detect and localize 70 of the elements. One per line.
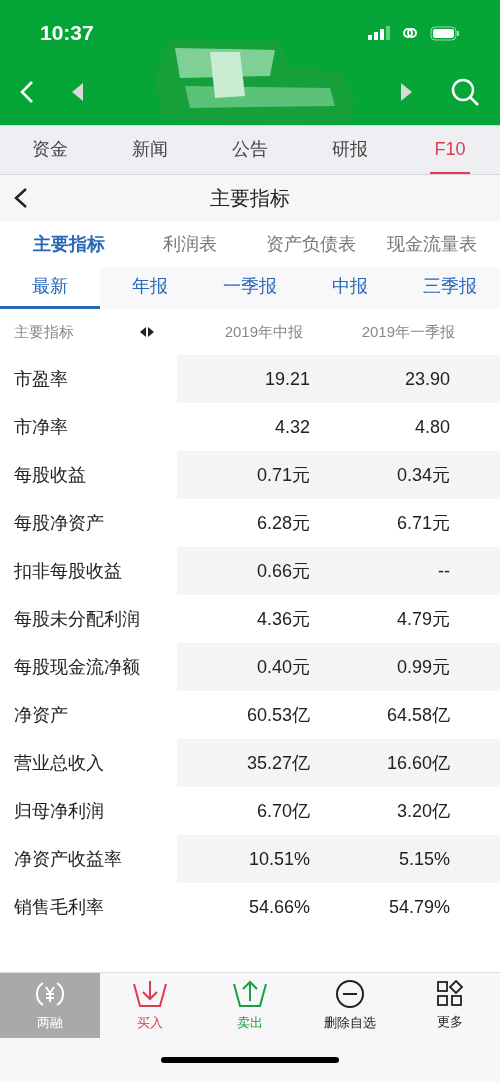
page-title: 主要指标 [210, 186, 290, 211]
swap-arrows-icon[interactable] [140, 327, 154, 337]
back-icon[interactable] [14, 187, 28, 209]
link-icon [402, 25, 418, 41]
table-cell-text: 54.66% [247, 895, 310, 919]
table-cell-text: 0.71元 [255, 463, 310, 487]
row-label: 市净率 [13, 415, 69, 439]
row-label: 营业总收入 [13, 751, 105, 775]
table-cell-text: 0.34元 [395, 463, 450, 487]
table-cell-text: 64.58亿 [385, 703, 450, 727]
signal-icon [368, 26, 390, 40]
status-time: 10:37 [40, 20, 94, 47]
table-cell-text: 23.90 [403, 367, 450, 391]
row-label: 每股现金流净额 [13, 655, 141, 679]
table-cell-text: 0.40元 [255, 655, 310, 679]
table-cell-text: 0.66元 [255, 559, 310, 583]
row-label: 每股净资产 [13, 511, 105, 535]
table-cell-text: 4.80 [413, 415, 450, 439]
toolbar-button[interactable]: 删除自选 [300, 973, 400, 1038]
battery-icon [430, 25, 460, 41]
table-cell-text: 4.79元 [395, 607, 450, 631]
row-label: 销售毛利率 [13, 895, 105, 919]
row-label: 净资产 [13, 703, 69, 727]
top-tab[interactable]: 资金 [28, 126, 72, 174]
table-cell-text: 5.15% [397, 847, 450, 871]
previous-icon[interactable] [72, 82, 84, 101]
period-tab[interactable]: 一季报 [200, 267, 300, 309]
table-cell-text: 10.51% [247, 847, 310, 871]
top-tab[interactable]: 公告 [228, 126, 272, 174]
table-cell-text: 19.21 [263, 367, 310, 391]
period-tab[interactable]: 年报 [100, 267, 200, 309]
toolbar-button[interactable]: 更多 [400, 973, 500, 1038]
toolbar-button[interactable]: 卖出 [200, 973, 300, 1038]
next-icon[interactable] [400, 82, 412, 101]
period-tab[interactable]: 三季报 [400, 267, 500, 309]
column-header: 主要指标 [13, 321, 75, 342]
period-tab[interactable]: 中报 [300, 267, 400, 309]
basket-up-icon [232, 978, 268, 1009]
row-label: 扣非每股收益 [13, 559, 123, 583]
period-tab[interactable]: 最新 [0, 267, 100, 309]
row-label: 净资产收益率 [13, 847, 123, 871]
table-cell-text: 3.20亿 [395, 799, 450, 823]
top-tab[interactable]: 研报 [328, 126, 372, 174]
table-cell-text: 4.36元 [255, 607, 310, 631]
basket-down-icon [132, 978, 168, 1009]
table-cell-text: 6.28元 [255, 511, 310, 535]
row-label: 每股未分配利润 [13, 607, 141, 631]
column-header: 2019年中报 [223, 321, 304, 342]
table-cell-text: -- [437, 559, 450, 583]
table-cell-text: 0.99元 [395, 655, 450, 679]
statement-tab[interactable]: 资产负债表 [250, 230, 371, 258]
table-cell-text: 4.32 [273, 415, 310, 439]
table-cell-text: 35.27亿 [245, 751, 310, 775]
grid-icon [436, 979, 464, 1008]
column-header: 2019年一季报 [360, 321, 456, 342]
row-label: 市盈率 [13, 367, 69, 391]
table-cell-text: 16.60亿 [385, 751, 450, 775]
search-icon[interactable] [450, 76, 480, 107]
table-cell-text: 54.79% [387, 895, 450, 919]
statement-tab[interactable]: 利润表 [129, 230, 250, 258]
table-cell-text: 60.53亿 [245, 703, 310, 727]
toolbar-button[interactable]: 买入 [100, 973, 200, 1038]
statement-tab[interactable]: 主要指标 [8, 230, 129, 258]
table-cell-text: 6.71元 [395, 511, 450, 535]
table-cell-text: 6.70亿 [255, 799, 310, 823]
row-label: 每股收益 [13, 463, 87, 487]
top-tab[interactable]: 新闻 [128, 126, 172, 174]
minus-circle-icon [335, 978, 365, 1009]
row-label: 归母净利润 [13, 799, 105, 823]
statement-tab[interactable]: 现金流量表 [371, 230, 492, 258]
